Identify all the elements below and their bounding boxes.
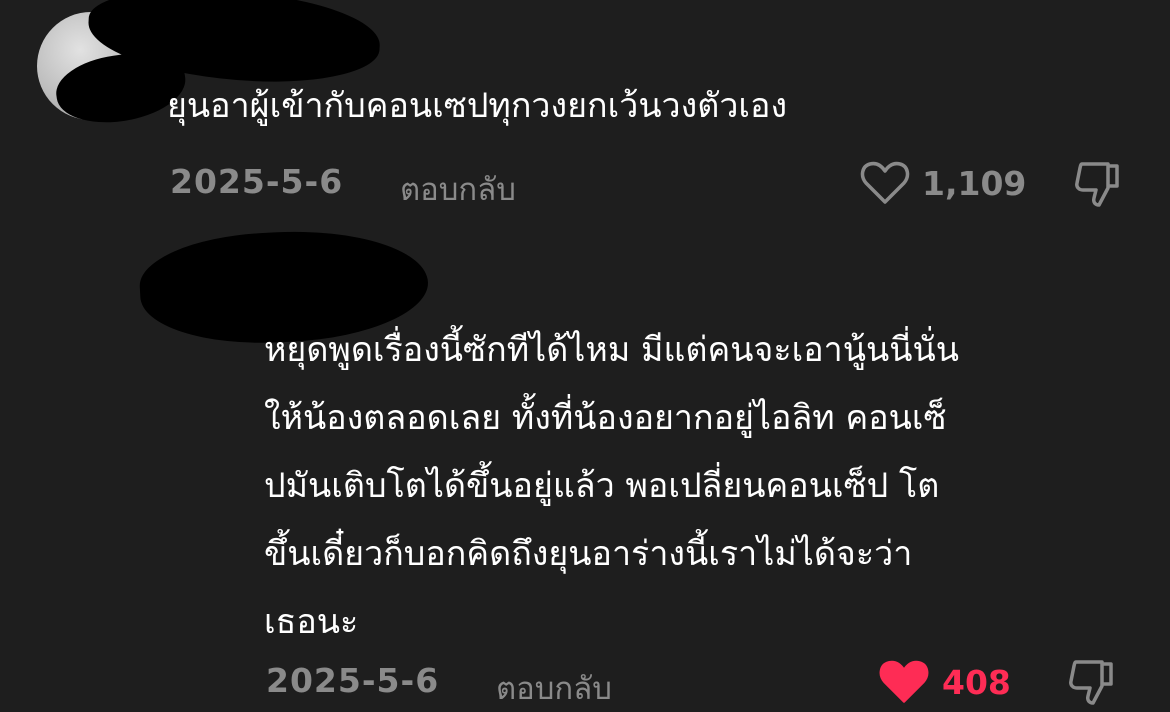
reply-button[interactable]: ตอบกลับ — [400, 164, 516, 214]
reply-button[interactable]: ตอบกลับ — [496, 663, 612, 712]
like-button[interactable]: 408 — [878, 658, 1011, 706]
comment-thread: ยุนอาผู้เข้ากับคอนเซปทุกวงยกเว้นวงตัวเอง… — [0, 0, 1170, 712]
comment-date: 2025-5-6 — [170, 162, 344, 201]
comment-date: 2025-5-6 — [266, 661, 440, 700]
heart-icon — [879, 660, 929, 703]
dislike-button[interactable] — [1072, 158, 1124, 214]
like-count: 408 — [942, 662, 1011, 702]
like-count: 1,109 — [922, 163, 1027, 203]
dislike-button[interactable] — [1066, 656, 1118, 712]
like-button[interactable]: 1,109 — [860, 160, 1026, 206]
thumbs-down-icon — [1075, 162, 1119, 207]
comment-text: ยุนอาผู้เข้ากับคอนเซปทุกวงยกเว้นวงตัวเอง — [167, 86, 788, 126]
comment-text: หยุดพูดเรื่องนี้ซักทีได้ไหม มีแต่คนจะเอา… — [264, 330, 959, 642]
thumbs-down-icon — [1069, 660, 1113, 705]
heart-icon — [860, 161, 910, 204]
